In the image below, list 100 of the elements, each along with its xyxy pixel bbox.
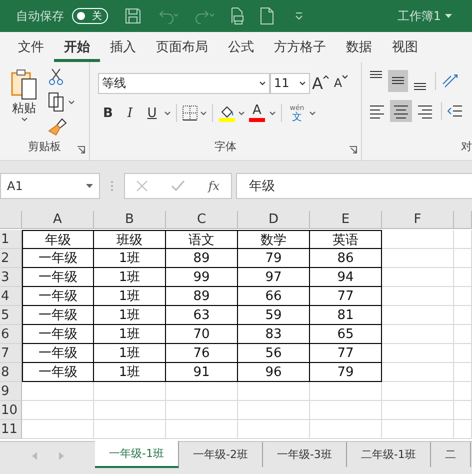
row-header[interactable]: 9 [0, 382, 22, 401]
ribbon-tab[interactable]: 插入 [100, 32, 146, 62]
fill-color-icon[interactable] [218, 104, 236, 122]
ribbon-tab[interactable]: 数据 [336, 32, 382, 62]
cancel-icon[interactable] [136, 180, 148, 192]
sheet-tab[interactable]: 二 [430, 442, 471, 467]
shrink-font-button[interactable]: A [330, 72, 351, 94]
empty-cell[interactable] [454, 325, 472, 344]
table-cell: 1班 [94, 306, 166, 325]
undo-icon[interactable] [158, 8, 180, 24]
scroll-right-icon[interactable] [58, 452, 64, 460]
grow-font-button[interactable]: A [310, 72, 331, 94]
font-size-select[interactable]: 11 [270, 72, 310, 94]
column-header[interactable]: D [238, 211, 310, 229]
row-header[interactable]: 10 [0, 401, 22, 420]
column-header[interactable]: C [166, 211, 238, 229]
font-name-select[interactable]: 等线 [98, 72, 270, 94]
empty-cell[interactable] [454, 363, 472, 382]
ribbon-tab[interactable]: 文件 [8, 32, 54, 62]
enter-icon[interactable] [171, 180, 186, 192]
column-header[interactable]: B [94, 211, 166, 229]
table-cell: 1班 [94, 249, 166, 268]
empty-cell[interactable] [310, 401, 382, 420]
empty-cell[interactable] [382, 344, 454, 363]
name-box[interactable]: A1 [0, 173, 100, 199]
empty-cell[interactable] [94, 401, 166, 420]
row-header[interactable]: 1 [0, 230, 22, 249]
empty-cell[interactable] [454, 287, 472, 306]
empty-cell[interactable] [454, 306, 472, 325]
column-header[interactable] [454, 211, 472, 229]
empty-cell[interactable] [310, 382, 382, 401]
borders-icon[interactable] [182, 105, 198, 121]
horizontal-align-button[interactable] [390, 100, 412, 122]
empty-cell[interactable] [382, 268, 454, 287]
empty-cell[interactable] [166, 401, 238, 420]
row-header[interactable]: 4 [0, 287, 22, 306]
empty-cell[interactable] [166, 382, 238, 401]
empty-cell[interactable] [382, 401, 454, 420]
column-header[interactable]: A [22, 211, 94, 229]
empty-cell[interactable] [454, 344, 472, 363]
ribbon-tab[interactable]: 方方格子 [264, 32, 336, 62]
new-document-icon[interactable] [260, 7, 274, 25]
redo-icon[interactable] [194, 8, 216, 24]
caret-icon[interactable] [86, 184, 93, 188]
paste-button[interactable]: 粘贴 [4, 68, 44, 139]
scroll-left-icon[interactable] [32, 452, 36, 460]
row-header[interactable]: 2 [0, 249, 22, 268]
vertical-align-button[interactable] [388, 70, 408, 92]
format-painter-icon[interactable] [48, 118, 68, 136]
row-header[interactable]: 8 [0, 363, 22, 382]
sheet-tab[interactable]: 一年级-2班 [178, 442, 263, 467]
sheet-tab[interactable]: 一年级-1班 [95, 441, 179, 468]
empty-cell[interactable] [94, 382, 166, 401]
dialog-launcher-icon[interactable] [349, 146, 357, 154]
row-header[interactable]: 5 [0, 306, 22, 325]
ribbon-tab[interactable]: 页面布局 [146, 32, 218, 62]
select-all-corner[interactable] [0, 211, 22, 229]
table-cell: 语文 [166, 230, 238, 249]
row-header[interactable]: 11 [0, 420, 22, 439]
empty-cell[interactable] [382, 363, 454, 382]
insert-function-button[interactable]: fx [208, 179, 220, 193]
autosave-toggle[interactable]: 关 [72, 8, 108, 24]
table-cell: 班级 [94, 230, 166, 249]
table-cell: 89 [166, 249, 238, 268]
underline-button[interactable]: U [142, 102, 162, 124]
column-header[interactable]: E [310, 211, 382, 229]
sheet-tab[interactable]: 二年级-1班 [346, 442, 431, 467]
copy-icon[interactable] [48, 92, 66, 112]
cut-icon[interactable] [48, 68, 64, 86]
empty-cell[interactable] [382, 306, 454, 325]
empty-cell[interactable] [382, 325, 454, 344]
empty-cell[interactable] [382, 382, 454, 401]
row-header[interactable]: 3 [0, 268, 22, 287]
row-header[interactable]: 6 [0, 325, 22, 344]
caret-icon[interactable] [445, 14, 452, 18]
column-header[interactable]: F [382, 211, 454, 229]
empty-cell[interactable] [454, 401, 472, 420]
ribbon-tab[interactable]: 视图 [382, 32, 428, 62]
empty-cell[interactable] [382, 249, 454, 268]
italic-button[interactable]: I [120, 102, 140, 124]
customize-icon[interactable] [294, 11, 304, 21]
dialog-launcher-icon[interactable] [77, 146, 85, 154]
formula-input[interactable]: 年级 [236, 173, 472, 199]
empty-cell[interactable] [382, 230, 454, 249]
empty-cell[interactable] [238, 382, 310, 401]
font-color-button[interactable]: A [247, 102, 267, 124]
empty-cell[interactable] [382, 287, 454, 306]
empty-cell[interactable] [454, 382, 472, 401]
empty-cell[interactable] [454, 268, 472, 287]
ribbon-tab[interactable]: 公式 [218, 32, 264, 62]
decrease-indent-icon[interactable] [447, 104, 463, 118]
empty-cell[interactable] [454, 249, 472, 268]
save-icon[interactable] [124, 7, 142, 25]
print-preview-icon[interactable] [230, 7, 244, 25]
bold-button[interactable]: B [98, 102, 118, 124]
table-cell: 66 [238, 287, 310, 306]
drag-handle-icon[interactable] [110, 180, 114, 192]
row-header[interactable]: 7 [0, 344, 22, 363]
empty-cell[interactable] [238, 401, 310, 420]
sheet-tab[interactable]: 一年级-3班 [262, 442, 347, 467]
